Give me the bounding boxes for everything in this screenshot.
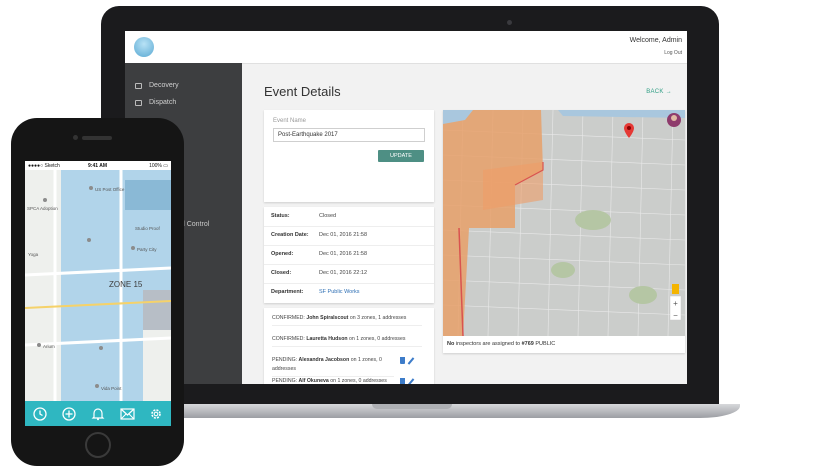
log-name: Alf Okuneva [298,378,329,384]
phone-camera [73,135,78,140]
sidebar-item-label: Decovery [149,82,179,89]
phone-map-graphic: US Post Office Studio Proof SPCA Adoptio… [25,170,171,401]
pencil-icon[interactable] [408,378,415,384]
log-detail: on 1 zones, 0 addresses [330,378,387,384]
carrier-text: ●●●●○ Sketch [28,163,60,169]
top-bar: Welcome, Admin Log Out [125,31,687,64]
phone-speaker [82,136,112,140]
log-item: PENDING: Alf Okuneva on 1 zones, 0 addre… [272,377,394,384]
poi-label: Vida Point [101,386,122,391]
page-title: Event Details [264,84,341,99]
id-card-icon [135,99,142,106]
phone-map[interactable]: US Post Office Studio Proof SPCA Adoptio… [25,170,171,401]
phone-screen: ●●●●○ Sketch 9:41 AM 100% ▭ US Post Offi… [25,161,171,426]
envelope-icon[interactable] [117,404,137,424]
battery-text: 100% ▭ [149,163,168,169]
phone-device: ●●●●○ Sketch 9:41 AM 100% ▭ US Post Offi… [11,118,184,466]
phone-home-button[interactable] [85,432,111,458]
sidebar-item-decovery[interactable]: Decovery [135,82,179,89]
detail-label: Status: [271,213,290,219]
log-item: PENDING: Alexandra Jacobson on 1 zones, … [272,356,394,377]
main-content: Event Details BACK → Event Name Post-Ear… [242,63,687,384]
detail-value: Dec 01, 2016 21:58 [319,232,368,238]
poi-label: Party City [137,247,157,252]
poi-label: US Post Office [95,187,125,192]
log-item: CONFIRMED: John Spiralscout on 3 zones, … [272,314,422,326]
phone-tab-bar [25,401,171,426]
map-caption: No inspectors are assigned to #769 PUBLI… [447,341,555,347]
log-detail: on 1 zones, 0 addresses [348,336,406,342]
trash-icon[interactable] [400,357,405,364]
sidebar-item-dispatch[interactable]: Dispatch [135,99,176,106]
event-details-card: Status: Closed Creation Date: Dec 01, 20… [264,207,434,303]
log-actions [400,357,415,364]
laptop-notch [372,404,452,409]
grid-icon [135,82,142,89]
department-link[interactable]: SF Public Works [319,289,360,295]
svg-text:−: − [673,311,678,320]
log-status: CONFIRMED: [272,315,305,321]
log-status: PENDING: [272,357,298,363]
poi-label: Yoga [28,252,39,257]
assignment-log-card: CONFIRMED: John Spiralscout on 3 zones, … [264,308,434,384]
detail-row-status: Status: Closed [264,207,434,227]
laptop-screen: Welcome, Admin Log Out Decovery Dispatch… [125,31,687,384]
clock-icon[interactable] [30,404,50,424]
laptop-camera [507,20,512,25]
caption-suffix: PUBLIC [533,341,556,347]
back-link[interactable]: BACK → [646,89,672,95]
event-name-input[interactable]: Post-Earthquake 2017 [273,128,425,142]
log-status: PENDING: [272,378,298,384]
log-actions [400,378,415,384]
pencil-icon[interactable] [408,357,415,364]
caption-middle: inspectors are assigned to [454,341,522,347]
time-text: 9:41 AM [88,163,107,169]
detail-row-closed: Closed: Dec 01, 2016 22:12 [264,264,434,284]
detail-row-creation-date: Creation Date: Dec 01, 2016 21:58 [264,226,434,246]
trash-icon[interactable] [400,378,405,384]
sidebar-item-label: Dispatch [149,99,177,106]
poi-label: Studio Proof [135,226,161,231]
logout-link[interactable]: Log Out [664,50,682,56]
log-detail: on 3 zones, 1 addresses [349,315,407,321]
detail-value: Closed [319,213,337,219]
detail-value: Dec 01, 2016 21:58 [319,251,368,257]
map-card: + − No inspectors are assigned to #769 P… [443,110,685,353]
log-item: CONFIRMED: Lauretta Hudson on 1 zones, 0… [272,335,422,347]
update-button[interactable]: UPDATE [378,150,424,162]
detail-row-department: Department: SF Public Works [264,283,434,302]
detail-label: Opened: [271,251,294,257]
event-map[interactable]: + − [443,110,685,336]
detail-row-opened: Opened: Dec 01, 2016 21:58 [264,245,434,265]
app-logo[interactable] [134,37,154,57]
svg-text:+: + [673,299,678,308]
event-name-label: Event Name [273,118,307,124]
welcome-text: Welcome, Admin [629,37,682,44]
zone-label: ZONE 15 [109,280,143,289]
poi-label: SPCA Adoption [27,206,58,211]
detail-label: Department: [271,289,304,295]
detail-label: Closed: [271,270,292,276]
detail-value: Dec 01, 2016 22:12 [319,270,368,276]
bell-icon[interactable] [88,404,108,424]
poi-label: Arium [43,344,55,349]
caption-event-id: #769 [521,341,534,347]
plus-circle-icon[interactable] [59,404,79,424]
phone-status-bar: ●●●●○ Sketch 9:41 AM 100% ▭ [25,161,171,170]
map-graphic: + − [443,110,685,336]
log-name: Lauretta Hudson [306,336,348,342]
log-status: CONFIRMED: [272,336,305,342]
log-name: Alexandra Jacobson [298,357,350,363]
log-name: John Spiralscout [306,315,349,321]
event-name-card: Event Name Post-Earthquake 2017 UPDATE [264,110,434,202]
detail-label: Creation Date: [271,232,309,238]
gear-icon[interactable] [146,404,166,424]
